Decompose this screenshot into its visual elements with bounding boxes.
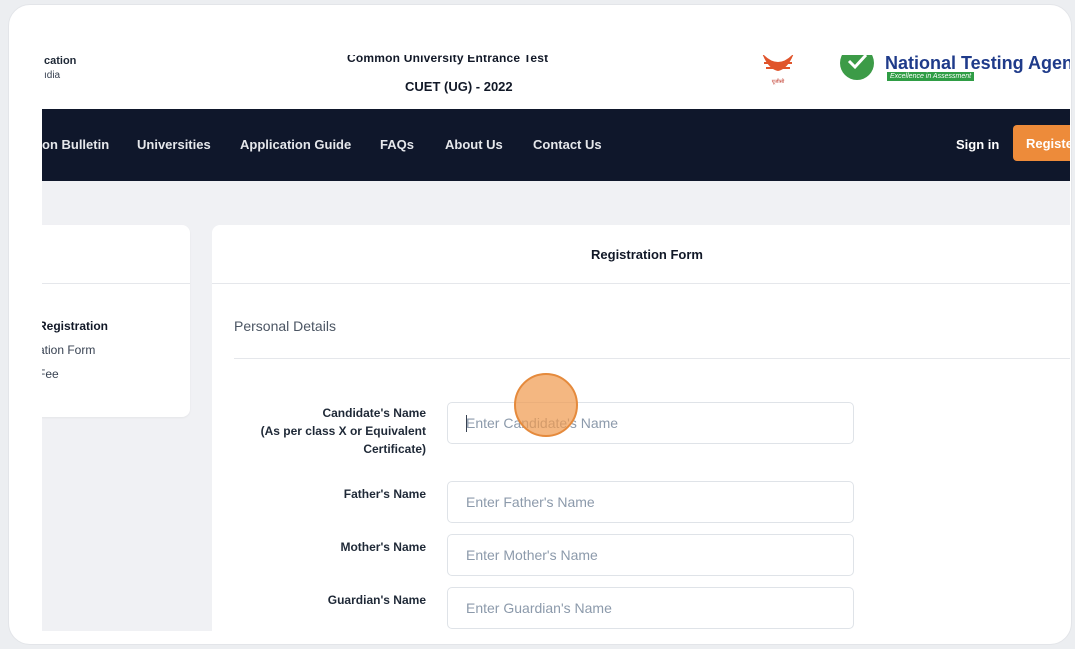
personal-details-heading: Personal Details [234, 318, 336, 334]
registration-form-panel: Registration Form Personal Details Candi… [212, 225, 1070, 631]
nav-universities[interactable]: Universities [137, 137, 211, 152]
father-name-label: Father's Name [343, 487, 426, 501]
nta-tagline: Excellence in Assessment [887, 72, 975, 81]
exam-name: Common University Entrance Test [347, 55, 549, 65]
step-fee[interactable]: Fee [42, 367, 59, 381]
browser-frame: cation ıdia Common University Entrance T… [8, 4, 1072, 645]
nav-information-bulletin[interactable]: on Bulletin [42, 137, 109, 152]
text-cursor [466, 415, 467, 432]
mother-name-label: Mother's Name [340, 540, 426, 554]
section-divider [234, 358, 1070, 359]
step-application-form[interactable]: ation Form [42, 343, 95, 357]
guardian-name-label: Guardian's Name [327, 593, 426, 607]
site-header: cation ıdia Common University Entrance T… [42, 55, 1070, 109]
father-name-input[interactable] [447, 481, 854, 523]
page-viewport: cation ıdia Common University Entrance T… [42, 55, 1070, 631]
candidate-name-input[interactable] [447, 402, 854, 444]
ministry-name-line2: ıdia [44, 70, 61, 81]
nav-about-us[interactable]: About Us [445, 137, 503, 152]
nta-logo-icon [840, 55, 874, 80]
candidate-name-label: Candidate's Name (As per class X or Equi… [226, 404, 426, 458]
click-indicator [514, 373, 578, 437]
ministry-name-line1: cation [44, 55, 77, 67]
register-button[interactable]: Registe [1013, 125, 1070, 161]
svg-text:यूजीसी: यूजीसी [772, 78, 785, 85]
candidate-name-label-line3: Certificate) [363, 442, 426, 456]
ugc-emblem-icon: यूजीसी [762, 55, 794, 85]
sign-in-link[interactable]: Sign in [956, 137, 999, 152]
candidate-name-label-line1: Candidate's Name [322, 406, 426, 420]
step-registration[interactable]: Registration [42, 319, 108, 333]
nav-application-guide[interactable]: Application Guide [240, 137, 351, 152]
nav-contact-us[interactable]: Contact Us [533, 137, 602, 152]
guardian-name-input[interactable] [447, 587, 854, 629]
steps-sidebar: Registration ation Form Fee [42, 225, 190, 417]
main-navbar: on Bulletin Universities Application Gui… [42, 109, 1070, 181]
nav-faqs[interactable]: FAQs [380, 137, 414, 152]
mother-name-input[interactable] [447, 534, 854, 576]
form-title: Registration Form [212, 225, 1070, 284]
candidate-name-label-line2: (As per class X or Equivalent [260, 424, 426, 438]
sidebar-divider [42, 283, 190, 284]
exam-code: CUET (UG) - 2022 [405, 79, 513, 94]
